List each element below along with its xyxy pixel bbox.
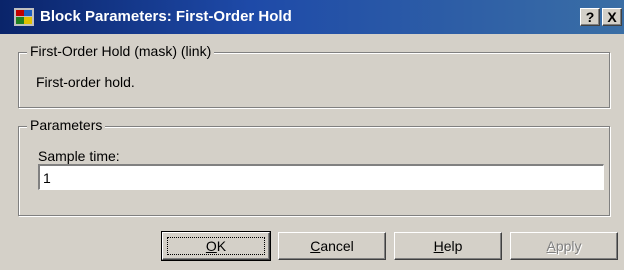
close-button[interactable]: X bbox=[602, 8, 622, 26]
context-help-button[interactable]: ? bbox=[580, 8, 600, 26]
close-icon: X bbox=[607, 9, 617, 25]
apply-label: pply bbox=[555, 238, 582, 254]
help-mnemonic: H bbox=[433, 238, 444, 254]
window-title: Block Parameters: First-Order Hold bbox=[40, 8, 292, 25]
simulink-block-icon bbox=[14, 8, 34, 26]
cancel-label: ancel bbox=[320, 238, 354, 254]
mask-group-legend: First-Order Hold (mask) (link) bbox=[27, 43, 215, 59]
focus-rectangle bbox=[167, 237, 265, 255]
cancel-button[interactable]: Cancel bbox=[278, 232, 386, 260]
apply-mnemonic: A bbox=[546, 238, 556, 254]
cancel-mnemonic: C bbox=[310, 238, 321, 254]
sample-time-input[interactable] bbox=[38, 164, 604, 190]
question-mark-icon: ? bbox=[585, 9, 595, 25]
title-bar[interactable]: Block Parameters: First-Order Hold ? X bbox=[0, 0, 624, 34]
help-button[interactable]: Help bbox=[394, 232, 502, 260]
mask-description: First-order hold. bbox=[36, 74, 135, 90]
ok-button[interactable]: OK bbox=[161, 231, 271, 261]
help-label: elp bbox=[443, 238, 463, 254]
apply-button[interactable]: Apply bbox=[510, 232, 618, 260]
parameters-group-legend: Parameters bbox=[27, 117, 106, 133]
sample-time-label: Sample time: bbox=[38, 148, 120, 164]
block-parameters-dialog: Block Parameters: First-Order Hold ? X F… bbox=[0, 0, 624, 270]
